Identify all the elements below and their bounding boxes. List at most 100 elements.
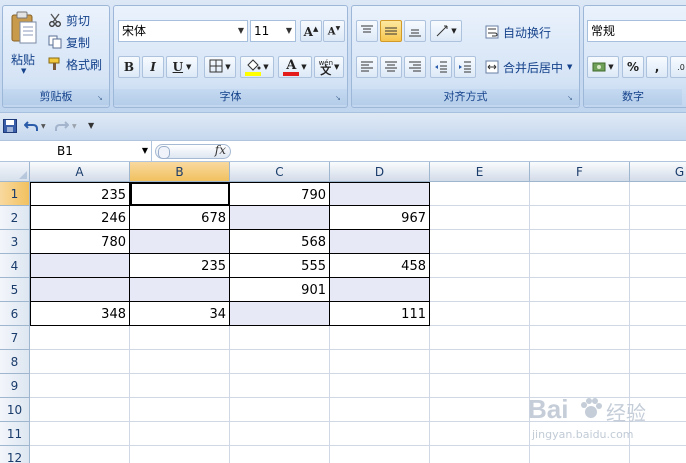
phonetic-guide-button[interactable]: wén 文 ▼ (314, 56, 344, 78)
cell-d5[interactable] (330, 278, 430, 302)
cell-g8[interactable] (630, 350, 686, 374)
align-right-button[interactable] (404, 56, 426, 78)
cell-d8[interactable] (330, 350, 430, 374)
fill-color-button[interactable]: ▼ (240, 56, 274, 78)
decrease-indent-button[interactable] (430, 56, 452, 78)
cell-c8[interactable] (230, 350, 330, 374)
align-bottom-button[interactable] (404, 20, 426, 42)
row-header-10[interactable]: 10 (0, 398, 30, 422)
cell-d11[interactable] (330, 422, 430, 446)
row-header-4[interactable]: 4 (0, 254, 30, 278)
cell-e2[interactable] (430, 206, 530, 230)
cell-b4[interactable]: 235 (130, 254, 230, 278)
cell-a7[interactable] (30, 326, 130, 350)
cell-a3[interactable]: 780 (30, 230, 130, 254)
align-left-button[interactable] (356, 56, 378, 78)
cell-a4[interactable] (30, 254, 130, 278)
row-header-5[interactable]: 5 (0, 278, 30, 302)
cell-b8[interactable] (130, 350, 230, 374)
cell-c11[interactable] (230, 422, 330, 446)
row-header-3[interactable]: 3 (0, 230, 30, 254)
cell-e1[interactable] (430, 182, 530, 206)
align-center-button[interactable] (380, 56, 402, 78)
cell-e3[interactable] (430, 230, 530, 254)
cell-d7[interactable] (330, 326, 430, 350)
column-header-c[interactable]: C (230, 162, 330, 182)
cell-c7[interactable] (230, 326, 330, 350)
cell-c4[interactable]: 555 (230, 254, 330, 278)
cell-g1[interactable] (630, 182, 686, 206)
paste-button[interactable]: 粘贴 ▼ (7, 9, 41, 79)
borders-button[interactable]: ▼ (204, 56, 236, 78)
cell-e9[interactable] (430, 374, 530, 398)
cell-e10[interactable] (430, 398, 530, 422)
row-header-6[interactable]: 6 (0, 302, 30, 326)
font-size-select[interactable]: 11 ▼ (250, 20, 296, 42)
italic-button[interactable]: I (142, 56, 164, 78)
cell-c3[interactable]: 568 (230, 230, 330, 254)
cell-a9[interactable] (30, 374, 130, 398)
cell-f7[interactable] (530, 326, 630, 350)
underline-button[interactable]: U ▼ (166, 56, 198, 78)
cell-f5[interactable] (530, 278, 630, 302)
cell-b11[interactable] (130, 422, 230, 446)
cell-d6[interactable]: 111 (330, 302, 430, 326)
cell-b9[interactable] (130, 374, 230, 398)
comma-style-button[interactable]: , (646, 56, 668, 78)
row-header-12[interactable]: 12 (0, 446, 30, 463)
copy-button[interactable]: 复制 (47, 33, 90, 51)
cell-f2[interactable] (530, 206, 630, 230)
cell-c12[interactable] (230, 446, 330, 463)
cell-f3[interactable] (530, 230, 630, 254)
cell-c1[interactable]: 790 (230, 182, 330, 206)
cell-g7[interactable] (630, 326, 686, 350)
align-middle-button[interactable] (380, 20, 402, 42)
name-box[interactable]: B1 ▼ (0, 141, 152, 161)
column-header-e[interactable]: E (430, 162, 530, 182)
cell-e5[interactable] (430, 278, 530, 302)
cell-a6[interactable]: 348 (30, 302, 130, 326)
cell-d3[interactable] (330, 230, 430, 254)
row-header-9[interactable]: 9 (0, 374, 30, 398)
cell-e4[interactable] (430, 254, 530, 278)
cell-b12[interactable] (130, 446, 230, 463)
increase-decimal-button[interactable]: .0 (670, 56, 686, 78)
column-header-g[interactable]: G (630, 162, 686, 182)
cell-b2[interactable]: 678 (130, 206, 230, 230)
number-format-select[interactable]: 常规 (587, 20, 686, 42)
cell-a11[interactable] (30, 422, 130, 446)
cell-g6[interactable] (630, 302, 686, 326)
customize-toolbar-button[interactable]: ▼ (88, 119, 98, 133)
cell-d4[interactable]: 458 (330, 254, 430, 278)
bold-button[interactable]: B (118, 56, 140, 78)
cell-b5[interactable] (130, 278, 230, 302)
cell-f8[interactable] (530, 350, 630, 374)
column-header-a[interactable]: A (30, 162, 130, 182)
dialog-launcher-icon[interactable]: ↘ (335, 94, 344, 103)
row-header-2[interactable]: 2 (0, 206, 30, 230)
redo-button[interactable]: ▼ (55, 118, 81, 134)
orientation-button[interactable]: ▼ (430, 20, 462, 42)
row-header-7[interactable]: 7 (0, 326, 30, 350)
insert-function-button[interactable]: fx (215, 143, 226, 157)
spreadsheet-grid[interactable]: ABCDEFG 1 2 3 4 5 6 7 8 9 10 11 12 235 790 246 678 967 7… (0, 162, 686, 463)
cell-b1[interactable] (130, 182, 230, 206)
cell-a10[interactable] (30, 398, 130, 422)
cell-f6[interactable] (530, 302, 630, 326)
cell-a5[interactable] (30, 278, 130, 302)
dialog-launcher-icon[interactable]: ↘ (97, 94, 106, 103)
cell-f1[interactable] (530, 182, 630, 206)
cell-b6[interactable]: 34 (130, 302, 230, 326)
cell-a1[interactable]: 235 (30, 182, 130, 206)
font-name-select[interactable]: 宋体 ▼ (118, 20, 248, 42)
cell-c2[interactable] (230, 206, 330, 230)
grow-font-button[interactable]: A▲ (300, 20, 322, 42)
cell-g5[interactable] (630, 278, 686, 302)
cell-g4[interactable] (630, 254, 686, 278)
cell-e12[interactable] (430, 446, 530, 463)
column-header-f[interactable]: F (530, 162, 630, 182)
cell-g2[interactable] (630, 206, 686, 230)
cell-e7[interactable] (430, 326, 530, 350)
cell-d10[interactable] (330, 398, 430, 422)
select-all-corner[interactable] (0, 162, 30, 182)
